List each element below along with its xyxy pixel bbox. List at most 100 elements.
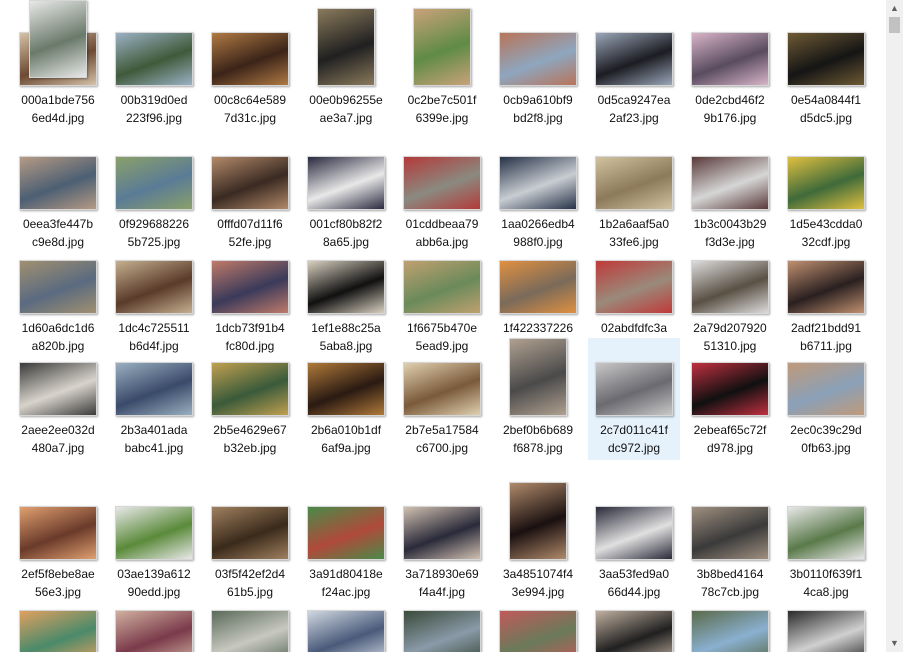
file-item[interactable]: 2ef5f8ebe8ae 56e3.jpg xyxy=(12,482,104,601)
file-item[interactable] xyxy=(12,586,104,652)
image-thumbnail[interactable] xyxy=(115,506,193,560)
file-item[interactable]: 001cf80b82f2 8a65.jpg xyxy=(300,132,392,251)
file-item[interactable] xyxy=(780,586,872,652)
image-thumbnail[interactable] xyxy=(19,506,97,560)
image-thumbnail[interactable] xyxy=(403,362,481,416)
image-thumbnail[interactable] xyxy=(317,8,375,86)
file-item[interactable]: 2b5e4629e67 b32eb.jpg xyxy=(204,338,296,457)
image-thumbnail[interactable] xyxy=(691,156,769,210)
file-item[interactable]: 0f929688226 5b725.jpg xyxy=(108,132,200,251)
file-item[interactable]: 2ebeaf65c72f d978.jpg xyxy=(684,338,776,457)
scrollbar-thumb[interactable] xyxy=(889,17,900,33)
file-item[interactable]: 03f5f42ef2d4 61b5.jpg xyxy=(204,482,296,601)
image-thumbnail[interactable] xyxy=(307,506,385,560)
file-item[interactable]: 2aee2ee032d 480a7.jpg xyxy=(12,338,104,457)
image-thumbnail[interactable] xyxy=(211,610,289,652)
image-thumbnail[interactable] xyxy=(509,482,567,560)
file-item[interactable]: 00e0b96255e ae3a7.jpg xyxy=(300,8,392,127)
image-thumbnail[interactable] xyxy=(403,260,481,314)
file-item[interactable]: 0eea3fe447b c9e8d.jpg xyxy=(12,132,104,251)
file-item[interactable]: 1b2a6aaf5a0 33fe6.jpg xyxy=(588,132,680,251)
image-thumbnail[interactable] xyxy=(19,362,97,416)
image-thumbnail[interactable] xyxy=(595,32,673,86)
image-thumbnail[interactable] xyxy=(595,156,673,210)
image-thumbnail[interactable] xyxy=(787,610,865,652)
image-thumbnail[interactable] xyxy=(307,156,385,210)
image-thumbnail[interactable] xyxy=(211,32,289,86)
file-item[interactable]: 0c2be7c501f 6399e.jpg xyxy=(396,8,488,127)
file-item[interactable] xyxy=(492,586,584,652)
file-item[interactable]: 2b6a010b1df 6af9a.jpg xyxy=(300,338,392,457)
image-thumbnail[interactable] xyxy=(413,8,471,86)
image-thumbnail[interactable] xyxy=(691,260,769,314)
image-thumbnail[interactable] xyxy=(595,362,673,416)
image-thumbnail[interactable] xyxy=(115,156,193,210)
image-thumbnail[interactable] xyxy=(29,0,87,78)
image-thumbnail[interactable] xyxy=(787,156,865,210)
file-item[interactable]: 0e54a0844f1 d5dc5.jpg xyxy=(780,8,872,127)
file-item[interactable]: 0cb9a610bf9 bd2f8.jpg xyxy=(492,8,584,127)
file-item[interactable]: 01cddbeaa79 abb6a.jpg xyxy=(396,132,488,251)
file-item[interactable]: 3b0110f639f1 4ca8.jpg xyxy=(780,482,872,601)
image-thumbnail[interactable] xyxy=(691,32,769,86)
file-item[interactable]: 2bef0b6b689 f6878.jpg xyxy=(492,338,584,457)
file-item[interactable]: 3a91d80418e f24ac.jpg xyxy=(300,482,392,601)
file-item[interactable]: 0de2cbd46f2 9b176.jpg xyxy=(684,8,776,127)
file-item[interactable]: 00c8c64e589 7d31c.jpg xyxy=(204,8,296,127)
file-item[interactable]: 2ec0c39c29d 0fb63.jpg xyxy=(780,338,872,457)
file-item[interactable]: 3aa53fed9a0 66d44.jpg xyxy=(588,482,680,601)
image-thumbnail[interactable] xyxy=(499,32,577,86)
scroll-down-arrow-icon[interactable]: ▼ xyxy=(886,635,903,652)
file-item[interactable]: 0d5ca9247ea 2af23.jpg xyxy=(588,8,680,127)
vertical-scrollbar[interactable]: ▲ ▼ xyxy=(886,0,903,652)
image-thumbnail[interactable] xyxy=(787,362,865,416)
image-thumbnail[interactable] xyxy=(115,362,193,416)
image-thumbnail[interactable] xyxy=(691,362,769,416)
file-item[interactable]: 2c7d011c41f dc972.jpg xyxy=(588,338,680,460)
image-thumbnail[interactable] xyxy=(499,260,577,314)
image-thumbnail[interactable] xyxy=(787,32,865,86)
image-thumbnail[interactable] xyxy=(19,260,97,314)
image-thumbnail[interactable] xyxy=(115,610,193,652)
image-thumbnail[interactable] xyxy=(595,260,673,314)
image-thumbnail[interactable] xyxy=(211,156,289,210)
image-thumbnail[interactable] xyxy=(509,338,567,416)
image-thumbnail[interactable] xyxy=(691,610,769,652)
image-thumbnail[interactable] xyxy=(787,506,865,560)
image-thumbnail[interactable] xyxy=(499,610,577,652)
file-item[interactable] xyxy=(396,586,488,652)
image-thumbnail[interactable] xyxy=(19,610,97,652)
file-item[interactable]: 03ae139a612 90edd.jpg xyxy=(108,482,200,601)
image-thumbnail[interactable] xyxy=(211,506,289,560)
image-thumbnail[interactable] xyxy=(691,506,769,560)
image-thumbnail[interactable] xyxy=(211,260,289,314)
file-item[interactable]: 3a718930e69 f4a4f.jpg xyxy=(396,482,488,601)
file-item[interactable]: 0fffd07d11f6 52fe.jpg xyxy=(204,132,296,251)
image-thumbnail[interactable] xyxy=(211,362,289,416)
image-thumbnail[interactable] xyxy=(307,260,385,314)
file-item[interactable] xyxy=(108,586,200,652)
image-thumbnail[interactable] xyxy=(307,610,385,652)
image-thumbnail[interactable] xyxy=(499,156,577,210)
image-thumbnail[interactable] xyxy=(403,156,481,210)
image-thumbnail[interactable] xyxy=(595,610,673,652)
image-thumbnail[interactable] xyxy=(115,32,193,86)
image-thumbnail[interactable] xyxy=(787,260,865,314)
scroll-up-arrow-icon[interactable]: ▲ xyxy=(886,0,903,17)
image-thumbnail[interactable] xyxy=(115,260,193,314)
file-item[interactable]: 1b3c0043b29 f3d3e.jpg xyxy=(684,132,776,251)
file-item[interactable]: 1d5e43cdda0 32cdf.jpg xyxy=(780,132,872,251)
file-item[interactable]: 1aa0266edb4 988f0.jpg xyxy=(492,132,584,251)
file-item[interactable]: 3b8bed4164 78c7cb.jpg xyxy=(684,482,776,601)
file-thumbnail-grid[interactable]: 000a1bde756 6ed4d.jpg 00b319d0ed 223f96.jpg… xyxy=(0,0,886,652)
file-item[interactable] xyxy=(588,586,680,652)
file-item[interactable]: 3a4851074f4 3e994.jpg xyxy=(492,482,584,601)
image-thumbnail[interactable] xyxy=(19,156,97,210)
file-item[interactable] xyxy=(300,586,392,652)
file-item[interactable] xyxy=(204,586,296,652)
file-item[interactable]: 2b7e5a17584 c6700.jpg xyxy=(396,338,488,457)
file-item[interactable] xyxy=(12,0,104,83)
image-thumbnail[interactable] xyxy=(595,506,673,560)
image-thumbnail[interactable] xyxy=(403,506,481,560)
file-item[interactable] xyxy=(684,586,776,652)
